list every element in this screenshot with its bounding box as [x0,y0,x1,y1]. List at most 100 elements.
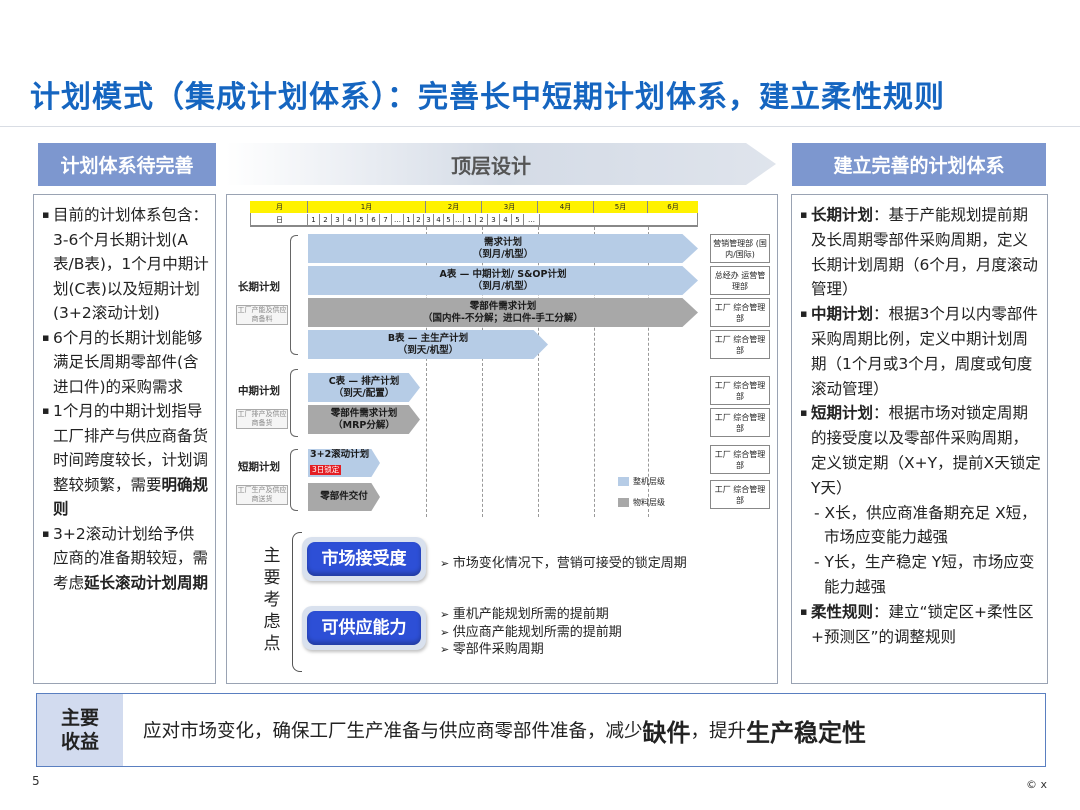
right-bullet-2: 中期计划：根据3个月以内零部件采购周期比例，定义中期计划周期（1个月或3个月，周… [800,302,1041,401]
day-cell: 2 [414,214,424,225]
lock-badge: 3日锁定 [310,465,342,475]
bar-a-table-line2: （到月/机型） [472,280,534,292]
title-divider [0,126,1080,127]
month-label: 月 [250,201,308,213]
day-cell: … [392,214,404,225]
left-bullet-2-text: 6个月的长期计划能够满足长周期零部件(含进口件)的采购需求 [53,328,203,396]
considerations-bracket [292,532,302,672]
short-plan-label: 短期计划 [238,461,280,473]
day-cell: 3 [332,214,344,225]
mid-bracket [290,369,298,437]
page-number: 5 [32,774,40,788]
dept-box-3: 工厂 综合管理部 [710,298,770,327]
dept-box-5: 工厂 综合管理部 [710,376,770,405]
long-mini-box: 工厂产能及供应商备料 [236,305,288,325]
bar-parts-demand-mrp: 零部件需求计划 （MRP分解） [308,405,420,434]
right-bullet-3: 短期计划：根据市场对锁定周期的接受度以及零部件采购周期，定义锁定期（X+Y，提前… [800,401,1041,500]
day-cell: 2 [476,214,488,225]
benefit-label: 主要 收益 [37,694,123,766]
benefit-bold-1: 缺件 [642,718,691,747]
day-cell: 4 [344,214,356,225]
day-row: 日 1 2 3 4 5 6 7… 1 2 3 4 5… 1 2 3 4 5… [250,214,698,226]
month-row: 月 1月 2月 3月 4月 5月 6月 [250,201,698,213]
day-cell: 3 [424,214,434,225]
supply-capacity-label: 可供应能力 [307,611,421,645]
middle-header-arrow: 顶层设计 [226,140,778,188]
dept-box-7: 工厂 综合管理部 [710,445,770,474]
day-cells: 1 2 3 4 5 6 7… 1 2 3 4 5… 1 2 3 4 5… [308,214,540,225]
right-header: 建立完善的计划体系 [792,143,1046,186]
market-item-1: 市场变化情况下，营销可接受的锁定周期 [440,555,687,573]
right-sub-list: - X长，供应商准备期充足 X短，市场应变能力越强 - Y长，生产稳定 Y短，市… [800,501,1041,600]
supply-item-3: 零部件采购周期 [440,641,622,659]
market-list: 市场变化情况下，营销可接受的锁定周期 [440,555,687,573]
right-bullet-1-bold: 长期计划 [811,206,874,224]
legend-machine: 整机层级 [618,476,665,487]
right-sub-1: - X长，供应商准备期充足 X短，市场应变能力越强 [814,503,1037,547]
right-panel: 长期计划：基于产能规划提前期及长周期零部件采购周期，定义长期计划周期（6个月，月… [791,194,1048,684]
bar-parts-demand-long-line1: 零部件需求计划 [469,300,537,312]
day-cell: 1 [308,214,320,225]
day-cell: 5 [512,214,524,225]
page-title: 计划模式（集成计划体系）：完善长中短期计划体系，建立柔性规则 [30,80,945,115]
dept-box-4: 工厂 综合管理部 [710,330,770,359]
day-cell: 1 [464,214,476,225]
copyright: © x [1026,778,1048,791]
bar-parts-delivery-label: 零部件交付 [320,491,368,502]
benefit-box: 主要 收益 应对市场变化，确保工厂生产准备与供应商零部件准备，减少 缺件 ，提升 生产… [36,693,1046,767]
benefit-text-1: 应对市场变化，确保工厂生产准备与供应商零部件准备，减少 [143,721,643,742]
bar-c-table: C表 — 排产计划 （到天/配置） [308,373,420,402]
month-6: 6月 [667,203,679,211]
bar-parts-demand-long-line2: （国内件-不分解；进口件-手工分解） [423,312,583,324]
bar-a-table: A表 — 中期计划/ S&OP计划 （到月/机型） [308,266,698,295]
day-cell: … [455,214,464,225]
right-bullet-4: 柔性规则：建立“锁定区+柔性区+预测区”的调整规则 [800,600,1041,650]
bar-c-table-line2: （到天/配置） [333,387,395,399]
day-cell: 6 [368,214,380,225]
short-mini-box: 工厂生产及供应商送货 [236,485,288,505]
market-acceptance-label: 市场接受度 [307,542,421,576]
supply-item-2: 供应商产能规划所需的提前期 [440,624,622,642]
bar-parts-demand-long: 零部件需求计划 （国内件-不分解；进口件-手工分解） [308,298,698,327]
bar-b-table-line1: B表 — 主生产计划 [387,332,469,344]
long-plan-label: 长期计划 [238,281,280,293]
benefit-text-2: ，提升 [690,721,747,742]
legend-material-swatch [618,498,629,507]
day-cell: 1 [404,214,414,225]
bar-parts-demand-mrp-line2: （MRP分解） [333,419,395,431]
benefit-label-line1: 主要 [60,707,99,729]
short-bracket [290,449,298,511]
left-bullet-3: 1个月的中期计划指导工厂排产与供应商备货时间跨度较长，计划调整较频繁，需要明确规… [42,399,209,522]
right-bullet-3-bold: 短期计划 [811,404,874,423]
month-2: 2月 [426,201,482,213]
left-header: 计划体系待完善 [38,143,216,186]
right-sub-2: - Y长，生产稳定 Y短，市场应变能力越强 [814,553,1035,596]
benefit-label-line2: 收益 [60,731,99,753]
left-bullet-1: 目前的计划体系包含：3-6个月长期计划(A表/B表)，1个月中期计划(C表)以及… [42,203,209,326]
right-bullet-4-bold: 柔性规则 [811,602,874,621]
month-4: 4月 [538,201,594,213]
mid-mini-box: 工厂排产及供应商备货 [236,409,288,429]
month-5: 5月 [594,201,648,213]
right-bullet-2-bold: 中期计划 [811,305,874,324]
right-bullet-1: 长期计划：基于产能规划提前期及长周期零部件采购周期，定义长期计划周期（6个月，月… [800,203,1041,302]
left-bullet-4-bold: 延长滚动计划周期 [84,573,209,592]
dept-box-2: 总经办 运营管理部 [710,266,770,295]
dept-box-1: 营销管理部 (国内/国际) [710,234,770,263]
bar-b-table: B表 — 主生产计划 （到天/机型） [308,330,548,359]
day-cell: 5 [444,214,454,225]
benefit-bold-2: 生产稳定性 [746,718,867,747]
right-bullet-list-2: 柔性规则：建立“锁定区+柔性区+预测区”的调整规则 [800,600,1041,650]
legend-material: 物料层级 [618,497,665,508]
legend-machine-label: 整机层级 [633,477,665,486]
bar-demand-plan-line2: （到月/机型） [472,248,534,260]
considerations-label: 主要考虑点 [263,546,281,654]
legend-material-label: 物料层级 [633,498,665,507]
bar-demand-plan-line1: 需求计划 [483,236,522,248]
benefit-text: 应对市场变化，确保工厂生产准备与供应商零部件准备，减少 缺件 ，提升 生产稳定性 [123,694,1045,766]
gantt-chart: 月 1月 2月 3月 4月 5月 6月 日 1 2 3 4 5 6 7… 1 2 3 4 5… 1 2 3 4… [236,199,770,519]
mid-plan-label: 中期计划 [238,385,280,397]
day-cell: 4 [500,214,512,225]
left-bullet-4: 3+2滚动计划给予供应商的准备期较短，需考虑延长滚动计划周期 [42,522,209,596]
supply-item-1: 重机产能规划所需的提前期 [440,606,622,624]
